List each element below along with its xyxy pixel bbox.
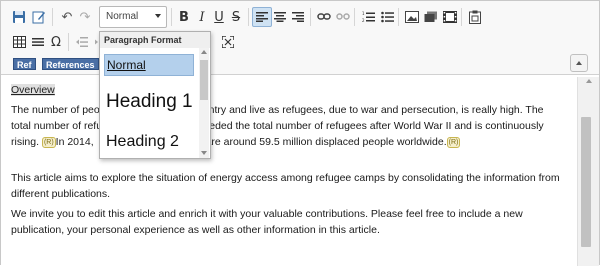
undo-icon[interactable]: ↶ [57, 7, 77, 27]
save-icon[interactable] [9, 7, 29, 27]
paste-icon[interactable] [465, 7, 485, 27]
bulleted-list-icon[interactable] [377, 7, 397, 27]
toolbar-separator [310, 8, 311, 26]
ref-button[interactable]: Ref [13, 58, 36, 70]
toolbar-separator [52, 8, 53, 26]
format-option-label: Normal [107, 58, 146, 72]
indent-decrease-icon[interactable] [72, 32, 92, 52]
p1-line1-start: The number of peo [11, 104, 100, 116]
gallery-icon[interactable] [421, 7, 441, 27]
numbered-list-icon[interactable]: 12 [358, 7, 378, 27]
p1-line3-start: rising. [11, 136, 40, 148]
align-center-icon[interactable] [270, 7, 290, 27]
toolbar-separator [248, 8, 249, 26]
format-option-normal[interactable]: Normal [104, 54, 194, 76]
p1-line2-start: total number of refu [11, 120, 103, 132]
dropdown-title: Paragraph Format [100, 32, 210, 48]
references-button[interactable]: References [42, 58, 99, 70]
scroll-down-arrow-icon[interactable] [201, 151, 207, 155]
scroll-up-arrow-icon[interactable] [586, 79, 592, 83]
citation-marker[interactable]: (R) [446, 136, 461, 148]
underline-glyph: U [214, 9, 224, 25]
paragraph-3: We invite you to edit this article and e… [11, 208, 523, 236]
redo-icon[interactable]: ↷ [75, 7, 95, 27]
collapse-toolbar-button[interactable] [570, 54, 588, 72]
omega-glyph: Ω [51, 34, 61, 50]
dropdown-scrollbar-thumb[interactable] [200, 60, 208, 100]
paragraph-2: This article aims to explore the situati… [11, 172, 560, 200]
align-left-icon[interactable] [252, 7, 272, 27]
svg-text:2: 2 [362, 18, 365, 23]
overview-heading: Overview [11, 84, 55, 96]
toolbar-separator [171, 8, 172, 26]
table-icon[interactable] [9, 32, 29, 52]
strikethrough-icon[interactable]: S [226, 7, 246, 27]
unlink-icon[interactable] [333, 7, 353, 27]
paragraph-format-select[interactable]: Normal [99, 6, 167, 28]
chevron-down-icon [155, 14, 161, 18]
paragraph-1-line-1: The number of peo country and live as ref… [11, 102, 573, 118]
citation-marker[interactable]: (R) [41, 136, 56, 148]
toolbar-separator [354, 8, 355, 26]
p1-line1-end: country and live as refugees, due to war… [191, 104, 544, 116]
editor-toolbar: ↶ ↷ Normal B I U S 12 Ω Ref References [1, 1, 599, 75]
p1-line2-end: exceeded the total number of refugees af… [187, 120, 544, 132]
format-option-label: Heading 2 [106, 133, 179, 150]
format-option-heading-1[interactable]: Heading 1 [104, 87, 194, 119]
paragraph-1-line-2: total number of refu exceeded the total n… [11, 118, 573, 134]
chevron-up-icon [576, 61, 582, 65]
italic-glyph: I [199, 9, 205, 25]
align-right-icon[interactable] [288, 7, 308, 27]
overview-heading-line: Overview [11, 82, 573, 98]
link-icon[interactable] [314, 7, 334, 27]
bold-glyph: B [179, 9, 189, 25]
image-icon[interactable] [402, 7, 422, 27]
editor-content[interactable]: Overview The number of peo country and li… [1, 77, 583, 266]
p1-line3-mid: In 2014, [55, 136, 94, 148]
toolbar-separator [461, 8, 462, 26]
format-option-label: Heading 1 [106, 91, 193, 112]
svg-text:1: 1 [362, 11, 365, 16]
strike-glyph: S [231, 9, 241, 25]
toolbar-separator [68, 33, 69, 51]
scrollbar-thumb[interactable] [581, 117, 591, 247]
paragraph-1-line-3: rising. (R) In 2014, here are around 59.5 … [11, 134, 573, 150]
rich-text-editor: ↶ ↷ Normal B I U S 12 Ω Ref References O… [0, 0, 600, 266]
format-select-value: Normal [106, 11, 139, 22]
bold-icon[interactable]: B [174, 7, 194, 27]
fullscreen-icon[interactable] [218, 32, 238, 52]
paragraph-format-dropdown: Paragraph Format Normal Heading 1 Headin… [99, 31, 211, 159]
format-option-heading-2[interactable]: Heading 2 [104, 130, 194, 156]
video-icon[interactable] [440, 7, 460, 27]
toolbar-separator [398, 8, 399, 26]
scroll-up-arrow-icon[interactable] [201, 50, 207, 54]
omega-icon[interactable]: Ω [46, 32, 66, 52]
p1-line3-end: here are around 59.5 million displaced p… [181, 136, 447, 148]
dropdown-scrollbar[interactable] [199, 48, 209, 158]
edit-icon[interactable] [29, 7, 49, 27]
editor-scrollbar[interactable] [577, 77, 599, 266]
horizontal-rule-icon[interactable] [28, 32, 48, 52]
